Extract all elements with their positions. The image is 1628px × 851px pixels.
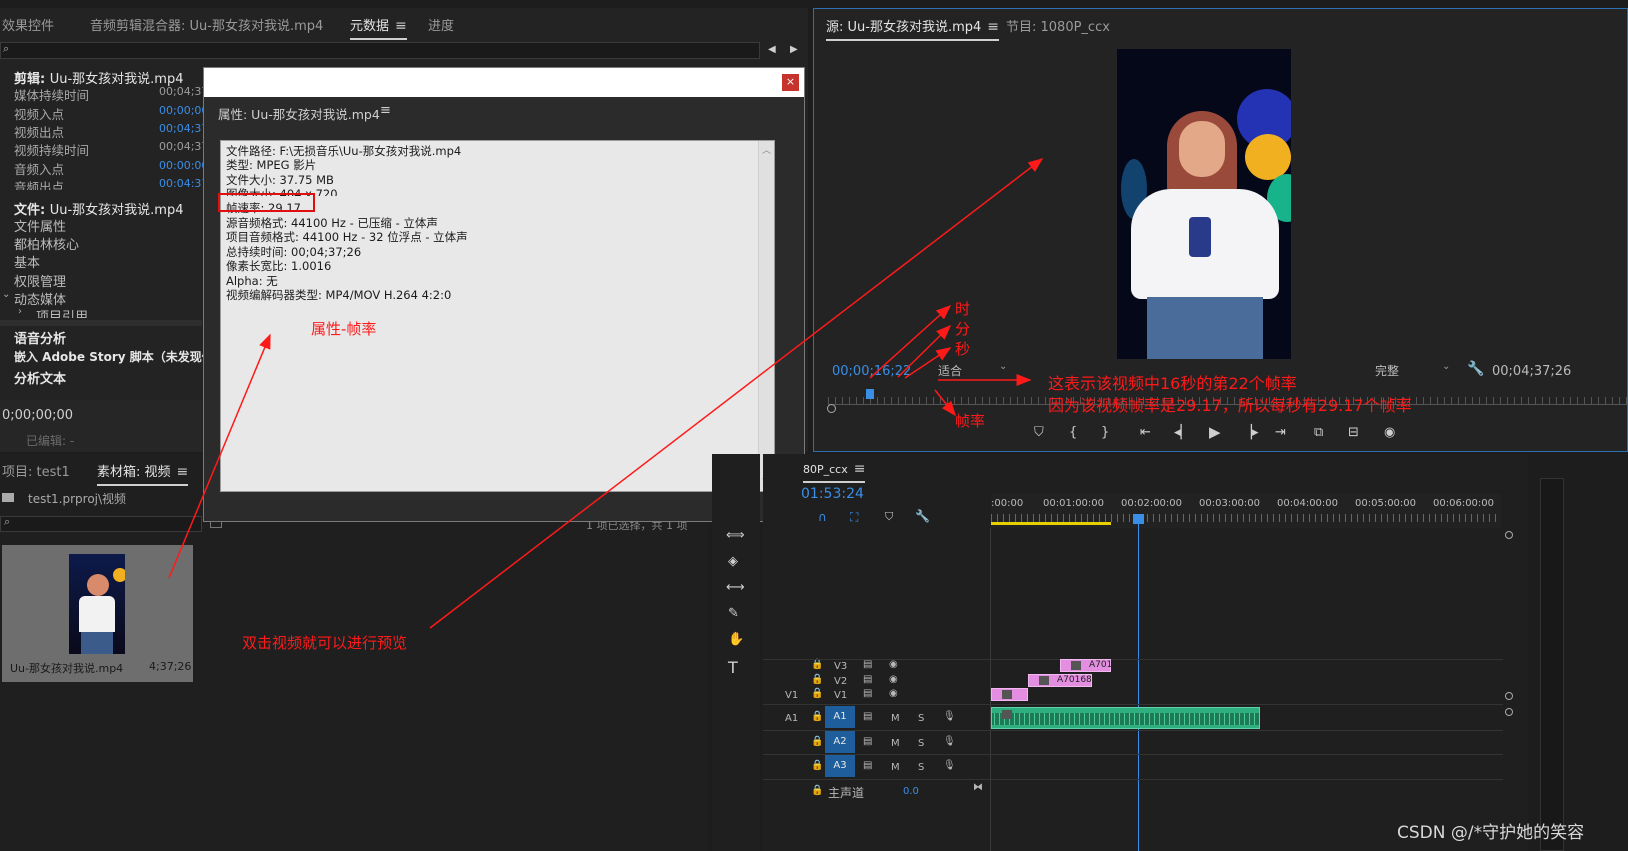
- annotation-second: 秒: [955, 340, 971, 358]
- annotation-arrow: [934, 389, 956, 417]
- annotation-explain-2: 因为该视频帧率是29.17，所以每秒有29.17个帧率: [1048, 396, 1412, 415]
- annotation-double-click: 双击视频就可以进行预览: [242, 634, 408, 652]
- annotation-hour: 时: [955, 300, 971, 318]
- annotation-attr-label: 属性-帧率: [311, 320, 377, 338]
- annotation-arrow: [897, 324, 952, 378]
- watermark: CSDN @/*守护她的笑容: [1397, 823, 1585, 843]
- annotation-frame: 帧率: [955, 412, 986, 430]
- annotation-arrow: [869, 304, 952, 379]
- annotation-overlay: [168, 158, 1044, 629]
- annotation-arrow: [429, 158, 1044, 629]
- annotation-explain-1: 这表示该视频中16秒的第22个帧率: [1048, 374, 1297, 393]
- annotation-minute: 分: [955, 320, 971, 338]
- annotation-arrow: [168, 333, 271, 579]
